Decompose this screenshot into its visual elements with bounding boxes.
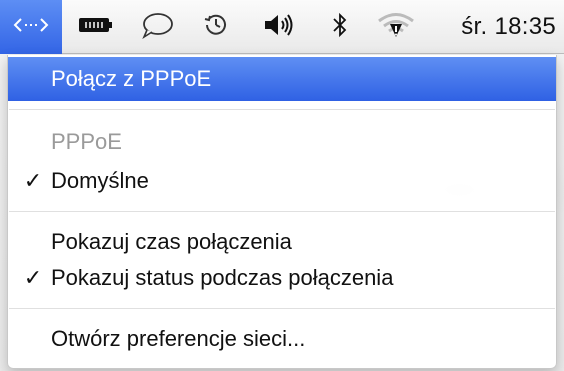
checkmark-icon: ✓: [23, 265, 43, 290]
volume-icon: [262, 12, 296, 43]
battery-menu-extra[interactable]: [76, 0, 116, 54]
network-ppp-icon: [13, 14, 49, 41]
menu-item-connect-pppoe[interactable]: Połącz z PPPoE: [8, 57, 556, 101]
checkmark-icon: ✓: [23, 168, 43, 193]
volume-menu-extra[interactable]: [255, 0, 303, 54]
menu-separator: [9, 308, 555, 309]
ppp-dropdown-menu: Połącz z PPPoE PPPoE ✓ Domyślne Pokazuj …: [7, 55, 557, 369]
menu-bar: śr. 18:35: [0, 0, 564, 54]
ppp-status-menu-extra[interactable]: [0, 0, 62, 54]
time-machine-menu-extra[interactable]: [194, 0, 238, 54]
wifi-menu-extra[interactable]: [372, 0, 420, 54]
menu-item-label: Pokazuj czas połączenia: [51, 229, 292, 254]
bluetooth-menu-extra[interactable]: [322, 0, 358, 54]
bluetooth-icon: [330, 11, 350, 44]
wifi-alert-icon: [376, 11, 416, 44]
menu-bar-clock[interactable]: śr. 18:35: [461, 0, 556, 54]
menu-item-show-status[interactable]: ✓ Pokazuj status podczas połączenia: [8, 258, 556, 298]
menu-item-label: Domyślne: [51, 168, 149, 193]
messages-bubble-icon: [140, 11, 174, 44]
menu-item-label: Połącz z PPPoE: [51, 66, 212, 91]
messages-menu-extra[interactable]: [135, 0, 179, 54]
menu-separator: [9, 211, 555, 212]
menu-section-header-pppoe: PPPoE: [8, 122, 556, 162]
menu-section-label: PPPoE: [51, 129, 122, 154]
menu-separator: [9, 109, 555, 110]
menu-item-default-config[interactable]: ✓ Domyślne: [8, 161, 556, 201]
battery-icon: [78, 15, 114, 40]
time-machine-icon: [201, 10, 231, 45]
menu-item-show-connection-time[interactable]: Pokazuj czas połączenia: [8, 222, 556, 262]
menu-item-label: Pokazuj status podczas połączenia: [51, 265, 394, 290]
menu-item-open-network-preferences[interactable]: Otwórz preferencje sieci...: [8, 319, 556, 359]
menu-item-label: Otwórz preferencje sieci...: [51, 326, 306, 351]
